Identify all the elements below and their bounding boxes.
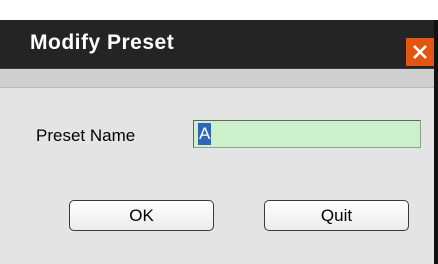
dialog-titlebar[interactable]: Modify Preset	[0, 20, 434, 69]
ok-button[interactable]: OK	[69, 200, 214, 231]
background-window	[0, 0, 438, 22]
dialog-title: Modify Preset	[30, 31, 175, 54]
preset-name-input[interactable]: A	[193, 120, 421, 148]
close-icon	[413, 45, 427, 59]
close-button[interactable]	[406, 38, 434, 66]
modify-preset-dialog: Modify Preset Preset Name A OK Quit	[0, 20, 438, 264]
preset-name-value: A	[198, 123, 212, 145]
screen: Modify Preset Preset Name A OK Quit	[0, 0, 438, 264]
quit-button[interactable]: Quit	[264, 200, 409, 231]
preset-name-label: Preset Name	[36, 126, 136, 145]
titlebar-divider	[0, 69, 434, 88]
